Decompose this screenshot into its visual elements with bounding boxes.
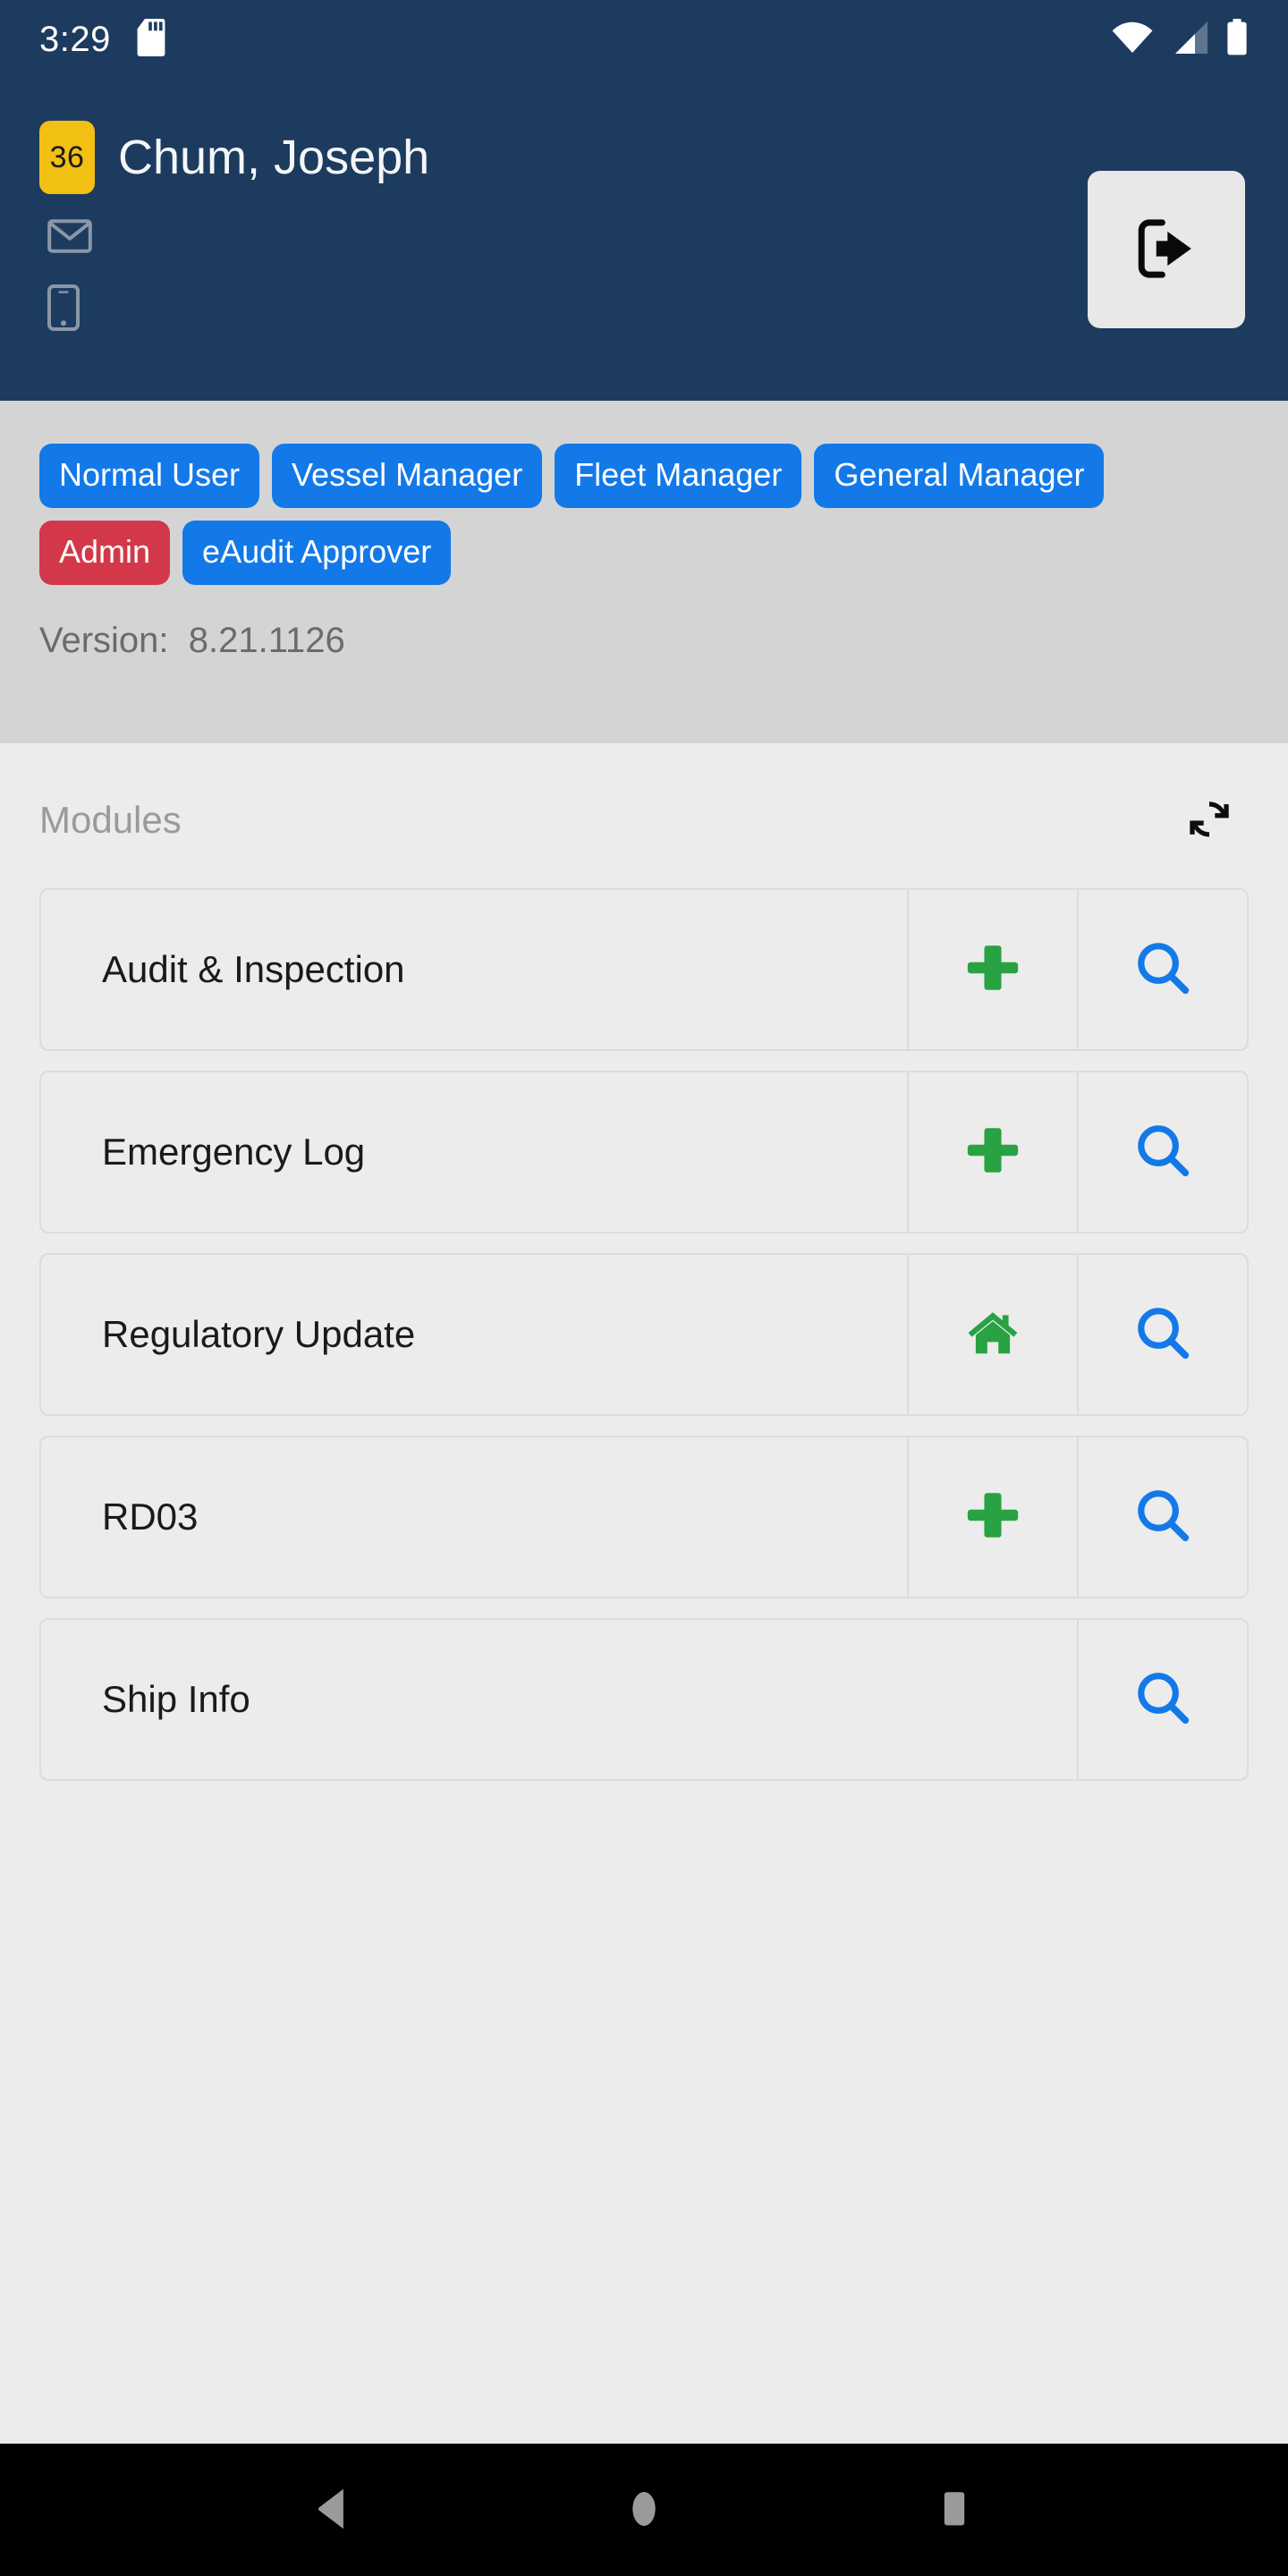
mobile-phone-icon[interactable] <box>47 284 429 336</box>
envelope-icon[interactable] <box>47 218 429 258</box>
module-row: RD03 <box>39 1436 1249 1598</box>
module-add-button-rd03[interactable] <box>907 1437 1077 1597</box>
user-contact-icons <box>39 218 429 336</box>
module-list: Audit & Inspection Emergency Log Regulat… <box>39 888 1249 1781</box>
module-search-button-audit-inspection[interactable] <box>1077 890 1247 1049</box>
search-icon <box>1133 938 1192 1002</box>
recents-square-icon <box>933 2487 976 2533</box>
status-bar-clock: 3:29 <box>39 20 111 59</box>
user-identity-row: 36 Chum, Joseph <box>39 114 429 200</box>
version-label: Version: 8.21.1126 <box>39 621 345 660</box>
search-icon <box>1133 1121 1192 1184</box>
app-screen: 3:29 36 Chum, Joseph Normal User Vessel … <box>0 0 1288 2576</box>
module-label-audit-inspection[interactable]: Audit & Inspection <box>41 890 907 1049</box>
sd-card-icon <box>136 18 166 61</box>
plus-icon <box>965 1123 1021 1182</box>
search-icon <box>1133 1668 1192 1732</box>
role-chip-general-manager[interactable]: General Manager <box>814 444 1105 508</box>
refresh-icon <box>1184 794 1234 847</box>
module-search-button-ship-info[interactable] <box>1077 1620 1247 1779</box>
modules-title: Modules <box>39 799 182 841</box>
role-chip-vessel-manager[interactable]: Vessel Manager <box>272 444 543 508</box>
modules-section: Modules Audit & Inspection Emergency Log… <box>0 743 1288 2444</box>
home-circle-icon <box>622 2487 666 2534</box>
role-chip-normal-user[interactable]: Normal User <box>39 444 260 508</box>
logout-button[interactable] <box>1088 171 1245 328</box>
module-label-ship-info[interactable]: Ship Info <box>41 1620 1077 1779</box>
back-button[interactable] <box>284 2461 383 2559</box>
plus-icon <box>965 940 1021 1000</box>
module-add-button-emergency-log[interactable] <box>907 1072 1077 1232</box>
roles-section: Normal User Vessel Manager Fleet Manager… <box>0 401 1288 743</box>
status-bar-right <box>1111 18 1249 61</box>
module-home-button-regulatory-update[interactable] <box>907 1255 1077 1414</box>
module-search-button-emergency-log[interactable] <box>1077 1072 1247 1232</box>
module-label-rd03[interactable]: RD03 <box>41 1437 907 1597</box>
module-search-button-regulatory-update[interactable] <box>1077 1255 1247 1414</box>
search-icon <box>1133 1303 1192 1367</box>
user-name-label: Chum, Joseph <box>118 131 430 184</box>
modules-header: Modules <box>39 790 1249 851</box>
role-chip-eaudit-approver[interactable]: eAudit Approver <box>182 521 452 585</box>
role-chip-list: Normal User Vessel Manager Fleet Manager… <box>39 444 1175 585</box>
module-add-button-audit-inspection[interactable] <box>907 890 1077 1049</box>
search-icon <box>1133 1486 1192 1549</box>
status-bar-left: 3:29 <box>39 18 166 61</box>
user-count-badge: 36 <box>39 121 95 194</box>
user-info-block: 36 Chum, Joseph <box>39 114 429 401</box>
role-chip-fleet-manager[interactable]: Fleet Manager <box>555 444 802 508</box>
wifi-icon <box>1111 20 1154 60</box>
back-triangle-icon <box>308 2483 360 2538</box>
module-row: Audit & Inspection <box>39 888 1249 1051</box>
module-row: Regulatory Update <box>39 1253 1249 1416</box>
module-row: Emergency Log <box>39 1071 1249 1233</box>
module-label-regulatory-update[interactable]: Regulatory Update <box>41 1255 907 1414</box>
recents-button[interactable] <box>905 2461 1004 2559</box>
module-label-emergency-log[interactable]: Emergency Log <box>41 1072 907 1232</box>
home-icon <box>965 1305 1021 1365</box>
plus-icon <box>965 1487 1021 1547</box>
home-button[interactable] <box>595 2461 693 2559</box>
user-header: 36 Chum, Joseph <box>0 79 1288 401</box>
module-row: Ship Info <box>39 1618 1249 1781</box>
battery-icon <box>1225 18 1249 61</box>
role-chip-admin[interactable]: Admin <box>39 521 171 585</box>
refresh-button[interactable] <box>1181 792 1238 849</box>
cell-signal-icon <box>1170 20 1209 60</box>
logout-icon <box>1128 210 1205 290</box>
status-bar: 3:29 <box>0 0 1288 79</box>
system-navigation-bar <box>0 2444 1288 2576</box>
module-search-button-rd03[interactable] <box>1077 1437 1247 1597</box>
